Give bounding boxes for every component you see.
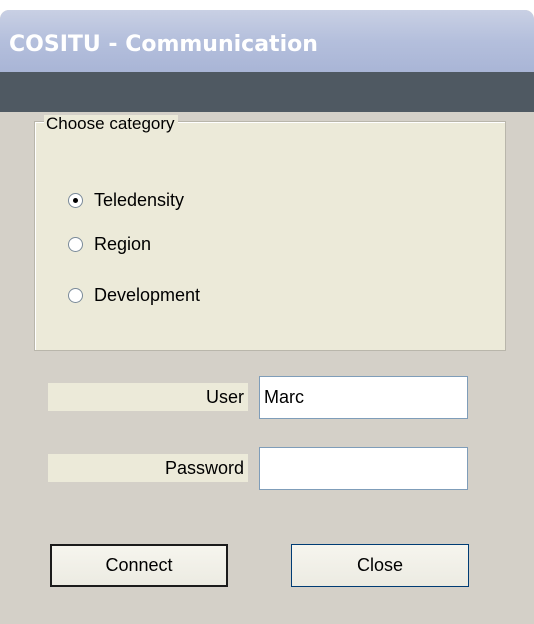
close-button[interactable]: Close [291, 544, 469, 587]
radio-region-label: Region [94, 233, 152, 254]
window-title: COSITU - Communication [9, 32, 318, 57]
user-label: User [48, 383, 248, 411]
title-bar[interactable]: COSITU - Communication [0, 10, 534, 72]
radio-development-label: Development [94, 284, 201, 305]
category-legend: Choose category [44, 115, 178, 133]
radio-region[interactable]: Region [68, 232, 151, 256]
radio-unchecked-icon [68, 287, 83, 303]
radio-checked-icon [68, 192, 83, 208]
radio-teledensity[interactable]: Teledensity [68, 188, 184, 212]
password-input[interactable] [259, 447, 468, 490]
radio-unchecked-icon [68, 236, 83, 252]
radio-development[interactable]: Development [68, 283, 200, 307]
connect-button[interactable]: Connect [50, 544, 228, 587]
header-bar [0, 72, 534, 112]
radio-teledensity-label: Teledensity [94, 189, 185, 210]
user-input[interactable] [259, 376, 468, 419]
password-label: Password [48, 454, 248, 482]
